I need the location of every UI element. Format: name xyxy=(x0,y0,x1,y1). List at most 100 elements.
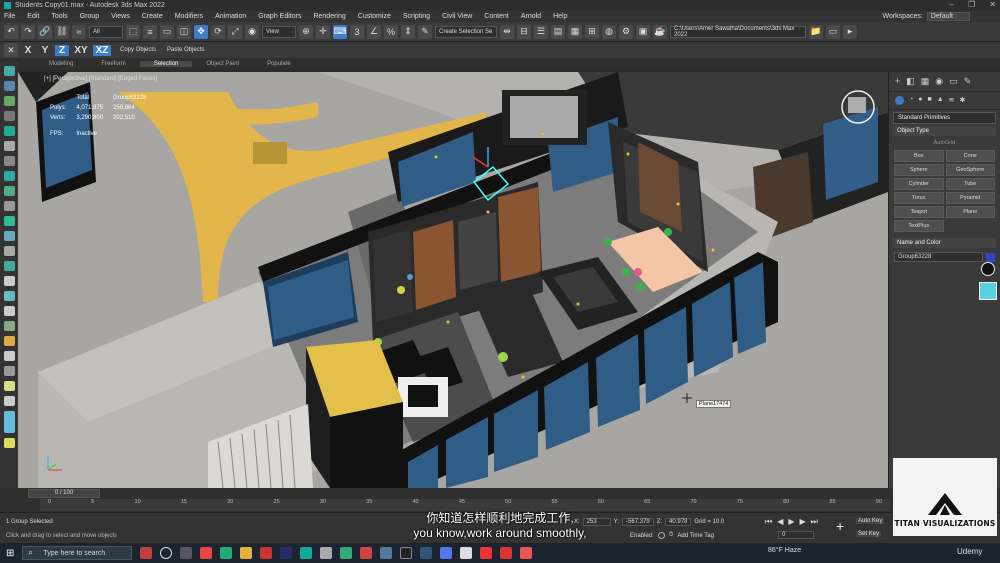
render-production-icon[interactable]: ☕ xyxy=(653,24,667,39)
tool-3-icon[interactable] xyxy=(3,96,15,106)
tab-modeling[interactable]: Modeling xyxy=(35,61,87,67)
tool-7-icon[interactable] xyxy=(3,156,15,166)
name-and-color-rollout[interactable]: Name and Color xyxy=(893,238,996,248)
extension-icon[interactable] xyxy=(979,282,997,300)
axis-z-button[interactable]: Z xyxy=(55,44,69,56)
bind-space-warp-icon[interactable]: ≈ xyxy=(72,24,86,39)
teapot-button[interactable]: Teapot xyxy=(894,206,944,218)
cylinder-button[interactable]: Cylinder xyxy=(894,178,944,190)
reference-coordinate-select[interactable]: View xyxy=(262,25,296,38)
menu-edit[interactable]: Edit xyxy=(27,13,39,20)
menu-graph-editors[interactable]: Graph Editors xyxy=(258,13,301,20)
close-icon[interactable]: ✕ xyxy=(989,0,996,9)
helpers-icon[interactable]: ▲ xyxy=(937,96,944,105)
tool-1-icon[interactable] xyxy=(3,66,15,76)
layer-explorer-icon[interactable]: ▤ xyxy=(551,24,565,39)
menu-animation[interactable]: Animation xyxy=(215,13,246,20)
menu-help[interactable]: Help xyxy=(553,13,567,20)
object-name-input[interactable]: Group63228 xyxy=(894,252,983,262)
taskbar-app-icon[interactable] xyxy=(140,547,153,559)
hierarchy-tab-icon[interactable]: ▦ xyxy=(921,76,930,87)
app-c-icon[interactable] xyxy=(500,547,513,559)
tool-23-icon[interactable] xyxy=(3,396,15,406)
space-warps-icon[interactable]: ≋ xyxy=(949,96,955,105)
cone-button[interactable]: Cone xyxy=(945,150,995,162)
selection-region-icon[interactable]: ▭ xyxy=(160,24,174,39)
menu-scripting[interactable]: Scripting xyxy=(403,13,430,20)
primitive-type-select[interactable]: Standard Primitives xyxy=(893,112,996,124)
mirror-icon[interactable]: ⇹ xyxy=(500,24,514,39)
spinner-snap-icon[interactable]: ⇕ xyxy=(401,24,415,39)
select-object-icon[interactable]: ⬚ xyxy=(126,24,140,39)
select-rotate-icon[interactable]: ⟳ xyxy=(211,24,225,39)
app-v-icon[interactable] xyxy=(380,547,393,559)
notepad-icon[interactable] xyxy=(320,547,333,559)
axis-x-button[interactable]: X xyxy=(21,45,35,56)
display-tab-icon[interactable]: ▭ xyxy=(949,76,958,87)
weather-widget[interactable]: 86°F Haze xyxy=(768,547,801,554)
select-by-name-icon[interactable]: ≡ xyxy=(143,24,157,39)
tool-4-icon[interactable] xyxy=(3,111,15,121)
named-selection-set-select[interactable]: Create Selection Se xyxy=(435,25,497,38)
toolbar-more-icon[interactable]: ▸ xyxy=(843,24,857,39)
axis-xy-button[interactable]: XY xyxy=(72,45,90,56)
file-explorer-icon[interactable] xyxy=(240,547,253,559)
taskbar-search-input[interactable]: ⌕ Type here to search xyxy=(22,546,133,560)
unlink-icon[interactable]: ⛓ xyxy=(55,24,69,39)
app-red-icon[interactable] xyxy=(480,547,493,559)
textplus-button[interactable]: TextPlus xyxy=(894,220,944,232)
excel-icon[interactable] xyxy=(340,547,353,559)
cameras-icon[interactable]: ■ xyxy=(927,96,931,105)
tool-2-icon[interactable] xyxy=(3,81,15,91)
tool-25-icon[interactable] xyxy=(3,438,15,448)
tool-6-icon[interactable] xyxy=(3,141,15,151)
tool-15-icon[interactable] xyxy=(3,276,15,286)
undo-icon[interactable]: ↶ xyxy=(4,24,18,39)
menu-tools[interactable]: Tools xyxy=(51,13,67,20)
copy-objects-button[interactable]: Copy Objects xyxy=(120,47,156,53)
box-button[interactable]: Box xyxy=(894,150,944,162)
lights-icon[interactable]: ● xyxy=(918,96,922,105)
align-icon[interactable]: ⊟ xyxy=(517,24,531,39)
menu-civil-view[interactable]: Civil View xyxy=(442,13,472,20)
scene-explorer-icon[interactable]: ☰ xyxy=(534,24,548,39)
tab-object-paint[interactable]: Object Paint xyxy=(192,61,253,67)
tool-20-icon[interactable] xyxy=(3,351,15,361)
snaps-toggle-icon[interactable]: 3 xyxy=(350,24,364,39)
material-editor-icon[interactable]: ◍ xyxy=(602,24,616,39)
photos-icon[interactable] xyxy=(220,547,233,559)
windows-start-icon[interactable]: ⊞ xyxy=(6,548,14,559)
create-tab-icon[interactable]: + xyxy=(895,76,900,87)
discord-icon[interactable] xyxy=(440,547,453,559)
time-slider[interactable]: 0 / 100 xyxy=(28,489,100,498)
tool-19-icon[interactable] xyxy=(3,336,15,346)
tool-10-icon[interactable] xyxy=(3,201,15,211)
tool-16-icon[interactable] xyxy=(3,291,15,301)
menu-create[interactable]: Create xyxy=(142,13,163,20)
angle-snap-icon[interactable]: ∠ xyxy=(367,24,381,39)
menu-content[interactable]: Content xyxy=(484,13,509,20)
paste-objects-button[interactable]: Paste Objects xyxy=(167,47,204,53)
project-folder-icon[interactable]: 📁 xyxy=(809,24,823,39)
minimize-icon[interactable]: – xyxy=(950,0,954,9)
menu-group[interactable]: Group xyxy=(80,13,99,20)
axis-xz-button[interactable]: XZ xyxy=(93,44,111,56)
menu-file[interactable]: File xyxy=(4,13,15,20)
tool-13-icon[interactable] xyxy=(3,246,15,256)
axis-tool-icon[interactable]: ✕ xyxy=(4,43,18,57)
sphere-button[interactable]: Sphere xyxy=(894,164,944,176)
window-crossing-icon[interactable]: ◫ xyxy=(177,24,191,39)
torus-button[interactable]: Torus xyxy=(894,192,944,204)
menu-arnold[interactable]: Arnold xyxy=(521,13,541,20)
curve-editor-icon[interactable]: ▦ xyxy=(568,24,582,39)
shapes-icon[interactable]: ◔ xyxy=(909,96,913,105)
tool-9-icon[interactable] xyxy=(3,186,15,196)
menu-rendering[interactable]: Rendering xyxy=(313,13,345,20)
menu-views[interactable]: Views xyxy=(111,13,130,20)
tube-button[interactable]: Tube xyxy=(945,178,995,190)
tool-12-icon[interactable] xyxy=(3,231,15,241)
axis-y-button[interactable]: Y xyxy=(38,45,52,56)
tab-freeform[interactable]: Freeform xyxy=(87,61,139,67)
app-r-icon[interactable] xyxy=(360,547,373,559)
viewport-label[interactable]: [+] [Perspective] [Standard] [Edged Face… xyxy=(44,76,157,82)
